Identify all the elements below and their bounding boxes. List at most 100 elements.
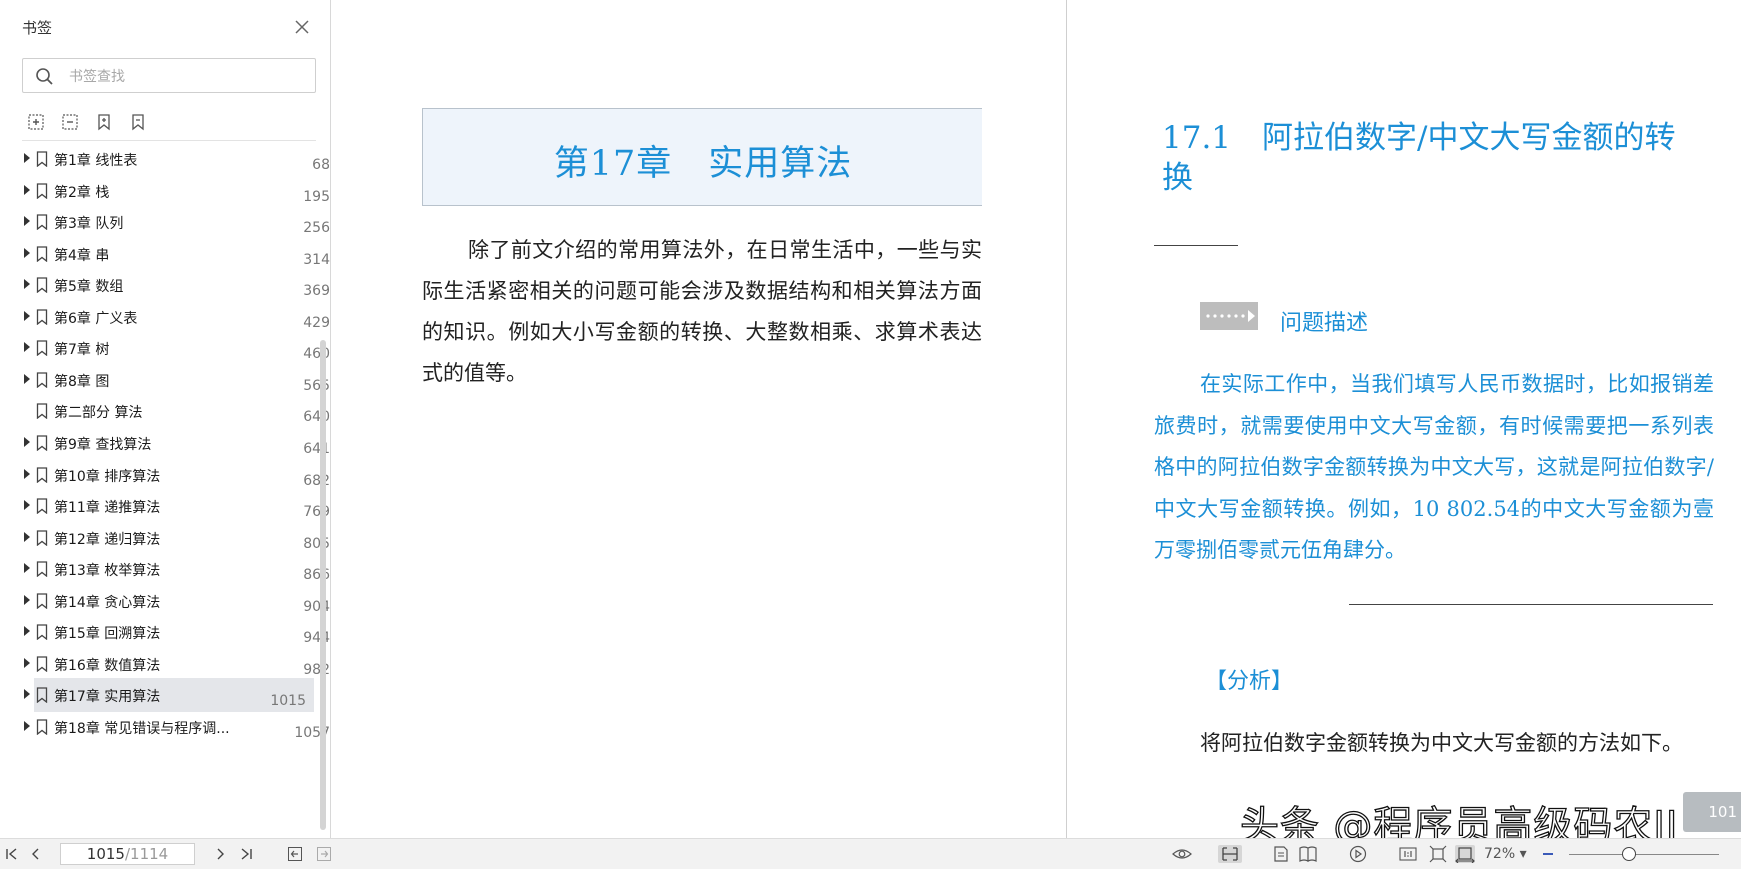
bookmark-label: 第9章 查找算法 xyxy=(54,436,152,453)
expand-arrow-icon[interactable] xyxy=(24,373,30,384)
bookmark-item[interactable]: 第5章 数组 369 xyxy=(22,268,330,302)
bookmark-item[interactable]: 第1章 线性表 68 xyxy=(22,142,330,176)
scrollbar[interactable] xyxy=(320,340,326,830)
bookmark-page-number: 68 xyxy=(312,157,330,173)
bookmark-item[interactable]: 第14章 贪心算法 904 xyxy=(22,584,330,618)
fit-page-icon[interactable] xyxy=(1428,845,1448,863)
expand-arrow-icon[interactable] xyxy=(24,531,30,542)
bookmark-icon xyxy=(36,214,48,231)
expand-arrow-icon[interactable] xyxy=(24,310,30,321)
add-bookmark-icon[interactable] xyxy=(94,112,114,132)
bookmark-label: 第8章 图 xyxy=(54,373,110,390)
bookmark-icon xyxy=(36,403,48,420)
bookmark-icon xyxy=(36,466,48,483)
single-page-view-icon[interactable] xyxy=(1218,845,1242,863)
last-page-icon[interactable] xyxy=(238,846,254,862)
bookmark-item[interactable]: 第4章 串 314 xyxy=(22,237,330,271)
expand-arrow-icon[interactable] xyxy=(24,689,30,700)
bookmark-icon xyxy=(36,687,48,704)
bookmark-item[interactable]: 第3章 队列 256 xyxy=(22,205,330,239)
bookmark-label: 第11章 递推算法 xyxy=(54,500,161,517)
bookmark-icon xyxy=(36,498,48,515)
section-title: 17.1 阿拉伯数字/中文大写金额的转换 xyxy=(1162,120,1676,196)
expand-arrow-icon[interactable] xyxy=(24,216,30,227)
expand-arrow-icon[interactable] xyxy=(24,279,30,290)
expand-arrow-icon[interactable] xyxy=(24,184,30,195)
bookmark-label: 第15章 回溯算法 xyxy=(54,626,161,643)
expand-arrow-icon[interactable] xyxy=(24,342,30,353)
actual-size-icon[interactable] xyxy=(1398,845,1418,863)
eye-protection-icon[interactable] xyxy=(1172,845,1192,863)
expand-arrow-icon[interactable] xyxy=(24,500,30,511)
bookmark-item[interactable]: 第15章 回溯算法 944 xyxy=(22,615,330,649)
bookmark-item[interactable]: 第6章 广义表 429 xyxy=(22,300,330,334)
bookmark-icon xyxy=(36,277,48,294)
bookmark-icon xyxy=(36,435,48,451)
play-icon[interactable] xyxy=(1348,845,1368,863)
forward-icon[interactable] xyxy=(316,846,332,862)
bookmark-label: 第10章 排序算法 xyxy=(54,468,161,485)
expand-arrow-icon[interactable] xyxy=(24,720,30,731)
bookmark-search-input[interactable] xyxy=(67,65,311,89)
continuous-view-icon[interactable] xyxy=(1271,845,1291,863)
expand-arrow-icon[interactable] xyxy=(24,594,30,605)
zoom-out-icon[interactable] xyxy=(1538,845,1558,863)
prev-page-icon[interactable] xyxy=(28,846,44,862)
two-page-view-icon[interactable] xyxy=(1298,845,1318,863)
zoom-slider[interactable] xyxy=(1569,854,1719,855)
bookmark-item[interactable]: 第7章 树 460 xyxy=(22,331,330,365)
arrow-dots-icon xyxy=(1200,302,1258,330)
bookmark-label: 第7章 树 xyxy=(54,342,110,359)
zoom-level[interactable]: 72% ▾ xyxy=(1484,846,1527,862)
next-page-icon[interactable] xyxy=(212,846,228,862)
expand-arrow-icon[interactable] xyxy=(24,626,30,637)
expand-arrow-icon[interactable] xyxy=(24,247,30,258)
bookmark-item[interactable]: 第8章 图 565 xyxy=(22,363,330,397)
chapter-title: 第17章 实用算法 xyxy=(553,144,853,184)
zoom-slider-thumb[interactable] xyxy=(1622,847,1636,861)
bookmark-label: 第6章 广义表 xyxy=(54,310,138,327)
bookmark-item[interactable]: 第16章 数值算法 982 xyxy=(22,647,330,681)
expand-arrow-icon[interactable] xyxy=(24,153,30,163)
bookmark-item[interactable]: 第二部分 算法 640 xyxy=(22,394,330,428)
bookmark-page-number: 314 xyxy=(303,251,330,268)
close-icon[interactable] xyxy=(291,16,313,38)
bookmark-item[interactable]: 第2章 栈 195 xyxy=(22,174,330,208)
bookmark-item[interactable]: 第11章 递推算法 769 xyxy=(22,489,330,523)
bookmark-label: 第3章 队列 xyxy=(54,216,124,233)
document-page-left: 第17章 实用算法 除了前文介绍的常用算法外，在日常生活中，一些与实际生活紧密相… xyxy=(336,0,1066,838)
bookmark-search[interactable] xyxy=(22,58,316,93)
bookmark-item[interactable]: 第17章 实用算法 1015 xyxy=(24,678,314,713)
bookmark-icon xyxy=(36,529,48,546)
bookmark-item[interactable]: 第10章 排序算法 682 xyxy=(22,458,330,492)
question-paragraph: 在实际工作中，当我们填写人民币数据时，比如报销差旅费时，就需要使用中文大写金额，… xyxy=(1154,372,1714,562)
bookmark-item[interactable]: 第12章 递归算法 805 xyxy=(22,521,330,555)
bookmark-item[interactable]: 第9章 查找算法 641 xyxy=(22,426,330,460)
bookmark-icon xyxy=(36,151,48,167)
back-icon[interactable] xyxy=(287,846,303,862)
first-page-icon[interactable] xyxy=(4,846,20,862)
expand-all-icon[interactable] xyxy=(26,112,46,132)
bookmark-item[interactable]: 第18章 常见错误与程序调... 1057 xyxy=(22,710,330,744)
expand-arrow-icon[interactable] xyxy=(24,468,30,479)
bookmark-item[interactable]: 第13章 枚举算法 866 xyxy=(22,552,330,586)
bookmark-label: 第5章 数组 xyxy=(54,279,124,296)
bookmark-icon xyxy=(36,624,48,641)
expand-arrow-icon[interactable] xyxy=(24,657,30,668)
bookmark-icon xyxy=(36,340,48,357)
question-heading: 问题描述 xyxy=(1280,311,1369,336)
expand-arrow-icon[interactable] xyxy=(24,563,30,574)
bookmark-icon xyxy=(36,561,48,578)
bookmark-label: 第17章 实用算法 xyxy=(54,689,161,706)
delete-bookmark-icon[interactable] xyxy=(128,112,148,132)
bookmark-label: 第18章 常见错误与程序调... xyxy=(54,720,230,737)
intro-paragraph: 除了前文介绍的常用算法外，在日常生活中，一些与实际生活紧密相关的问题可能会涉及数… xyxy=(422,238,982,385)
fit-width-icon[interactable] xyxy=(1455,845,1475,863)
page-number-input[interactable]: 1015/1114 xyxy=(60,843,195,865)
panel-divider xyxy=(22,140,316,141)
expand-arrow-icon[interactable] xyxy=(24,436,30,447)
chapter-banner: 第17章 实用算法 xyxy=(422,108,982,206)
collapse-all-icon[interactable] xyxy=(60,112,80,132)
bookmark-page-number: 369 xyxy=(303,283,330,300)
bookmark-icon xyxy=(36,182,48,199)
